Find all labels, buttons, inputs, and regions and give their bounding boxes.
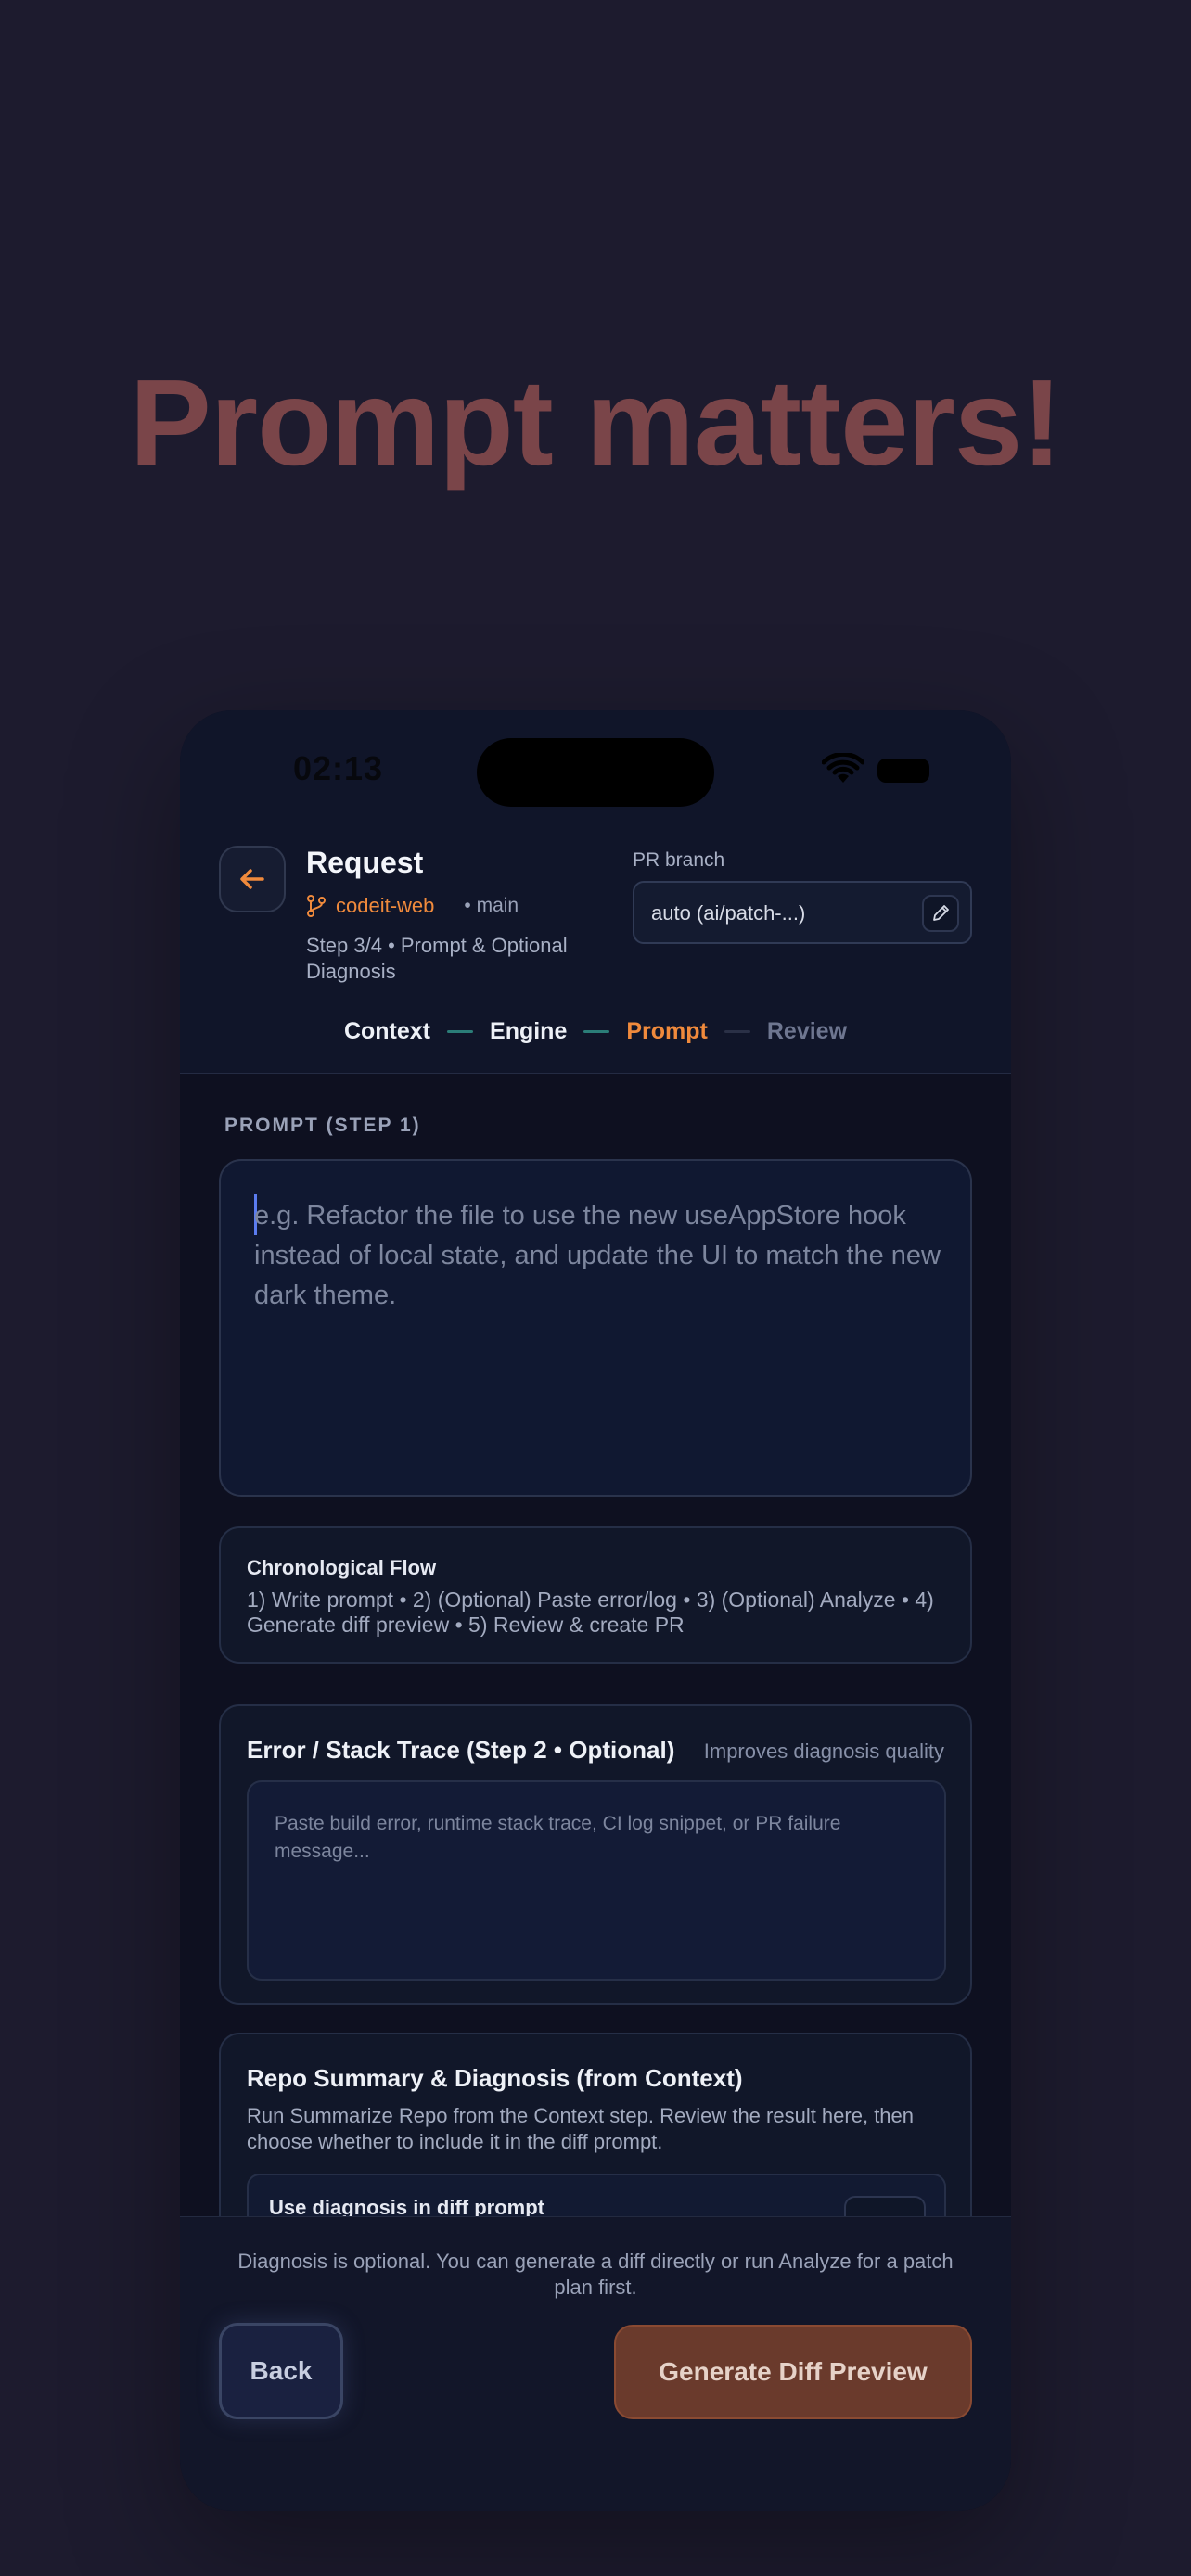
- flow-title: Chronological Flow: [247, 1556, 437, 1579]
- step-indicator-text: Step 3/4 • Prompt & Optional Diagnosis: [306, 934, 568, 983]
- error-trace-card: Error / Stack Trace (Step 2 • Optional) …: [219, 1704, 972, 2005]
- wifi-icon: [822, 753, 864, 783]
- progress-stepper: Context Engine Prompt Review: [180, 1013, 1011, 1050]
- step-context: Context: [343, 1017, 431, 1044]
- step-connector: [447, 1029, 474, 1033]
- edit-branch-button[interactable]: [922, 895, 959, 932]
- bottom-action-bar: Diagnosis is optional. You can generate …: [180, 2216, 1011, 2511]
- prompt-section-label: PROMPT (STEP 1): [224, 1115, 421, 1136]
- prompt-textarea[interactable]: e.g. Refactor the file to use the new us…: [219, 1159, 972, 1497]
- dynamic-island: [477, 738, 714, 807]
- branch-name: • main: [464, 895, 519, 916]
- step-engine: Engine: [490, 1017, 568, 1044]
- prompt-placeholder: e.g. Refactor the file to use the new us…: [254, 1201, 941, 1310]
- footer-note: Diagnosis is optional. You can generate …: [237, 2250, 954, 2299]
- step-prompt: Prompt: [626, 1017, 708, 1044]
- step-connector: [583, 1029, 610, 1033]
- error-trace-placeholder: Paste build error, runtime stack trace, …: [275, 1813, 841, 1862]
- repo-info: codeit-web • main: [306, 894, 519, 918]
- back-arrow-button[interactable]: [219, 846, 286, 912]
- status-bar: 02:13: [180, 710, 1011, 822]
- error-trace-hint: Improves diagnosis quality: [703, 1740, 944, 1763]
- page-headline: Prompt matters!: [129, 354, 1063, 491]
- generate-diff-preview-button[interactable]: Generate Diff Preview: [614, 2325, 972, 2419]
- pr-branch-field[interactable]: auto (ai/patch-...): [633, 881, 972, 944]
- repo-summary-title: Repo Summary & Diagnosis (from Context): [247, 2064, 743, 2092]
- pencil-icon: [933, 905, 949, 921]
- back-button[interactable]: Back: [219, 2323, 343, 2419]
- error-trace-title: Error / Stack Trace (Step 2 • Optional): [247, 1736, 675, 1764]
- request-header: Request codeit-web • main Step 3/4 • Pro…: [180, 822, 1011, 1074]
- phone-frame: 02:13 Request codeit-web • main Step 3/4…: [180, 710, 1011, 2511]
- git-branch-icon: [307, 895, 326, 917]
- chronological-flow-card: Chronological Flow 1) Write prompt • 2) …: [219, 1526, 972, 1664]
- page-title: Request: [306, 846, 424, 879]
- status-time: 02:13: [293, 749, 384, 787]
- step-review: Review: [766, 1017, 848, 1044]
- error-trace-input[interactable]: Paste build error, runtime stack trace, …: [247, 1780, 946, 1981]
- pr-branch-label: PR branch: [633, 849, 725, 871]
- step-connector: [724, 1029, 750, 1033]
- battery-icon: [877, 759, 929, 783]
- repo-summary-text: Run Summarize Repo from the Context step…: [247, 2104, 915, 2153]
- pr-branch-value: auto (ai/patch-...): [651, 901, 806, 925]
- flow-steps-text: 1) Write prompt • 2) (Optional) Paste er…: [247, 1588, 934, 1637]
- arrow-left-icon: [240, 869, 264, 889]
- repo-name: codeit-web: [336, 894, 435, 917]
